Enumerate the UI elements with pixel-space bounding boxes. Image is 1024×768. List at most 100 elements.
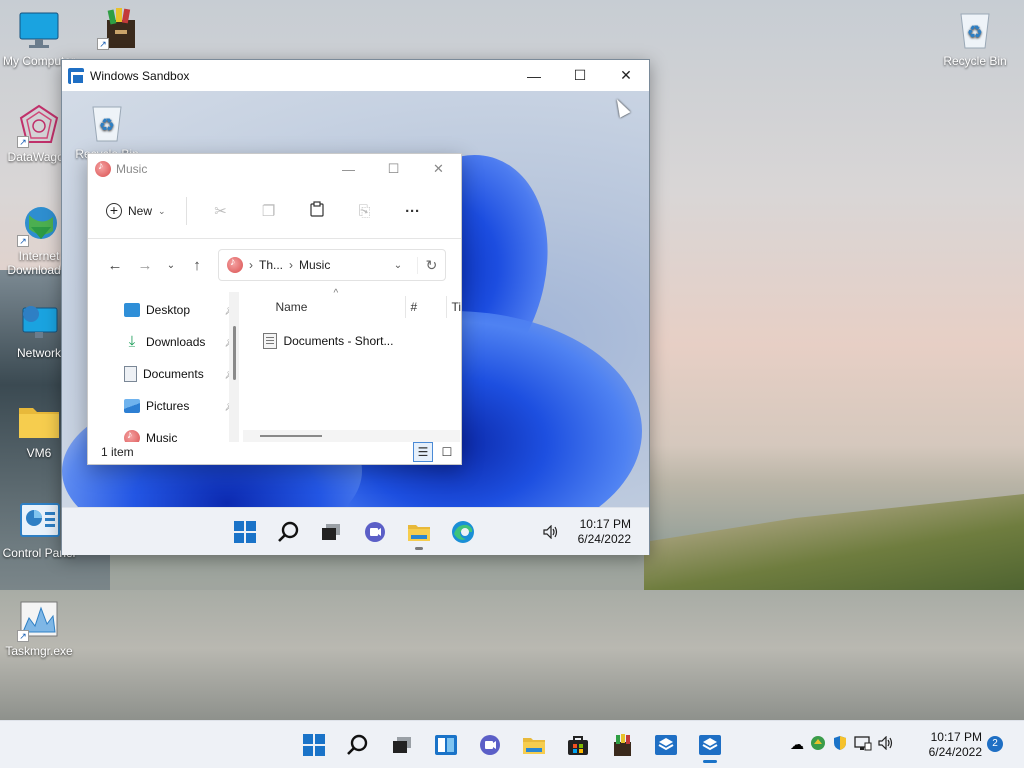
security-shield-icon[interactable] — [832, 735, 848, 754]
sandbox-taskbar-icon-active[interactable] — [690, 725, 730, 765]
widgets-icon[interactable] — [426, 725, 466, 765]
maximize-button[interactable]: ☐ — [557, 60, 603, 91]
column-headers: ^ Name # Ti — [243, 288, 461, 322]
chat-icon[interactable] — [355, 512, 395, 552]
breadcrumb-separator-icon: › — [289, 258, 294, 272]
new-button[interactable]: + New ⌄ — [106, 203, 166, 219]
nav-item-music[interactable]: Music — [88, 422, 243, 442]
file-list: ^ Name # Ti Documents - Short... — [243, 288, 461, 442]
svg-text:♻: ♻ — [99, 115, 115, 136]
sandbox-clock[interactable]: 10:17 PM 6/24/2022 — [578, 517, 631, 547]
desktop-icon — [124, 303, 140, 317]
volume-icon[interactable] — [878, 735, 894, 753]
sort-ascending-icon: ^ — [333, 288, 339, 299]
folder-icon — [17, 400, 61, 444]
file-explorer-icon[interactable] — [514, 725, 554, 765]
shortcut-arrow-icon: ↗ — [17, 235, 29, 247]
address-bar[interactable]: › Th... › Music ⌄ ↻ — [218, 249, 446, 281]
chat-icon[interactable] — [470, 725, 510, 765]
cut-icon[interactable]: ✂ — [197, 202, 245, 220]
onedrive-offline-icon[interactable]: ☁ — [790, 736, 804, 753]
column-divider[interactable] — [405, 296, 407, 318]
back-arrow-icon[interactable]: ← — [100, 257, 130, 274]
monitor-icon — [17, 8, 61, 52]
desktop-icon-label: Taskmgr.exe — [5, 644, 73, 658]
plus-icon: + — [106, 203, 122, 219]
forward-arrow-icon[interactable]: → — [130, 257, 160, 274]
archive-app-icon[interactable] — [602, 725, 642, 765]
explorer-title-bar[interactable]: Music — ☐ ✕ — [88, 154, 461, 184]
sandbox-recycle-bin[interactable]: ♻ Recycle Bin — [68, 101, 146, 161]
network-icon[interactable] — [854, 735, 872, 754]
notification-badge[interactable]: 2 — [987, 736, 1003, 752]
nav-item-pictures[interactable]: Pictures 📌︎ — [88, 390, 243, 422]
start-button[interactable] — [225, 512, 265, 552]
column-number[interactable]: # — [410, 300, 446, 314]
system-tray: ☁ — [790, 735, 894, 754]
desktop-icon-label: Recycle Bin — [943, 54, 1007, 68]
explorer-window: Music — ☐ ✕ + New ⌄ ✂ ❐ ⎘ ··· ← → ⌄ ↑ › … — [87, 153, 462, 465]
nav-item-documents[interactable]: Documents 📌︎ — [88, 358, 243, 390]
store-icon[interactable] — [558, 725, 598, 765]
tray-app-icon[interactable] — [810, 735, 826, 754]
address-dropdown-chevron-icon[interactable]: ⌄ — [385, 260, 411, 271]
nav-item-desktop[interactable]: Desktop 📌︎ — [88, 294, 243, 326]
breadcrumb-this-pc[interactable]: Th... — [259, 258, 283, 272]
refresh-icon[interactable]: ↻ — [417, 256, 445, 274]
wallpaper-grass — [644, 494, 1024, 590]
nav-item-label: Pictures — [146, 399, 190, 413]
task-view-icon[interactable] — [382, 725, 422, 765]
command-bar: + New ⌄ ✂ ❐ ⎘ ··· — [88, 184, 461, 239]
control-panel-icon — [17, 500, 61, 544]
nav-item-label: Documents — [143, 367, 204, 381]
breadcrumb-music[interactable]: Music — [299, 258, 330, 272]
desktop-icon-recycle-bin[interactable]: ♻ Recycle Bin — [936, 8, 1014, 68]
desktop-icon-taskmgr[interactable]: ↗ Taskmgr.exe — [0, 598, 78, 658]
status-bar: 1 item ☰ ☐ — [88, 440, 461, 464]
new-label: New — [128, 204, 153, 218]
volume-icon[interactable] — [538, 512, 564, 552]
wallpaper-lake — [0, 590, 1024, 720]
minimize-button[interactable]: — — [511, 60, 557, 91]
sandbox-app-icon — [68, 67, 85, 85]
sandbox-taskbar-icon[interactable] — [646, 725, 686, 765]
rename-icon[interactable]: ⎘ — [341, 203, 389, 220]
start-button[interactable] — [294, 725, 334, 765]
task-view-icon[interactable] — [311, 512, 351, 552]
nav-scrollbar-thumb[interactable] — [233, 326, 236, 380]
sandbox-title-bar[interactable]: Windows Sandbox — ☐ ✕ — [62, 60, 649, 91]
details-view-icon[interactable]: ☰ — [413, 442, 433, 462]
paste-icon[interactable] — [293, 201, 341, 221]
search-icon[interactable] — [338, 725, 378, 765]
column-divider[interactable] — [446, 296, 448, 318]
more-options-icon[interactable]: ··· — [389, 203, 437, 220]
clock-time: 10:17 PM — [579, 516, 631, 531]
address-row: ← → ⌄ ↑ › Th... › Music ⌄ ↻ — [88, 239, 461, 291]
horizontal-scrollbar-thumb[interactable] — [260, 435, 323, 437]
recent-locations-chevron-icon[interactable]: ⌄ — [160, 260, 182, 271]
column-title[interactable]: Ti — [451, 300, 461, 314]
taskbar-clock[interactable]: 10:17 PM 6/24/2022 — [912, 730, 982, 760]
music-folder-icon — [95, 160, 111, 177]
file-explorer-icon[interactable] — [399, 512, 439, 552]
music-folder-icon — [227, 256, 243, 273]
column-name[interactable]: Name — [275, 300, 405, 314]
nav-item-downloads[interactable]: ⤓ Downloads 📌︎ — [88, 326, 243, 358]
explorer-minimize-button[interactable]: — — [326, 154, 371, 184]
copy-icon[interactable]: ❐ — [245, 202, 293, 220]
desktop-icon-archive-app[interactable]: ↗ — [80, 6, 158, 52]
edge-icon[interactable] — [443, 512, 483, 552]
up-arrow-icon[interactable]: ↑ — [182, 257, 212, 274]
file-name: Documents - Short... — [283, 334, 394, 348]
datawagon-icon: ↗ — [17, 104, 61, 148]
item-count: 1 item — [101, 445, 134, 459]
file-row[interactable]: Documents - Short... — [243, 325, 461, 357]
pictures-icon — [124, 399, 140, 413]
sandbox-taskbar: 10:17 PM 6/24/2022 — [62, 507, 649, 555]
large-icons-view-icon[interactable]: ☐ — [437, 442, 457, 462]
close-button[interactable]: ✕ — [603, 60, 649, 91]
explorer-close-button[interactable]: ✕ — [416, 154, 461, 184]
search-icon[interactable] — [269, 512, 309, 552]
toolbar-divider — [185, 197, 187, 225]
explorer-maximize-button[interactable]: ☐ — [371, 154, 416, 184]
